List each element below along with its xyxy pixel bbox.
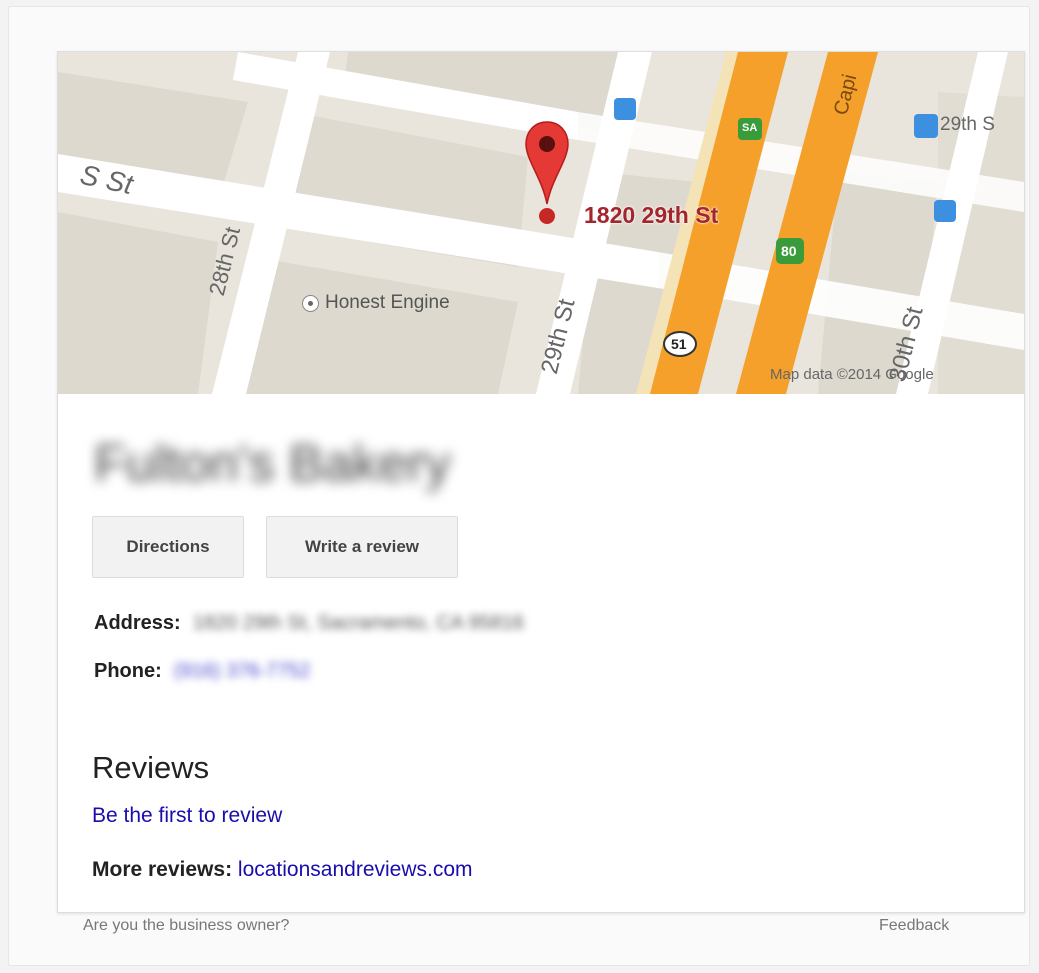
poi-honest-engine[interactable]: Honest Engine: [302, 292, 450, 314]
map-attribution: Map data ©2014 Google: [770, 366, 934, 383]
business-name: Fulton's Bakery: [94, 435, 451, 493]
phone-link[interactable]: (916) 376-7752: [174, 660, 311, 683]
more-reviews-row: More reviews: locationsandreviews.com: [92, 858, 473, 882]
shield-sa: SA: [742, 122, 758, 134]
phone-label: Phone:: [94, 660, 162, 682]
reviews-heading: Reviews: [92, 750, 210, 785]
poi-dot-icon: [302, 294, 319, 312]
address-row: Address: 1820 29th St, Sacramento, CA 95…: [94, 612, 524, 635]
feedback-link[interactable]: Feedback: [879, 917, 949, 935]
street-label-29th-top: 29th S: [940, 114, 995, 135]
directions-button[interactable]: Directions: [92, 516, 244, 578]
more-reviews-label: More reviews:: [92, 858, 238, 881]
address-value: 1820 29th St, Sacramento, CA 95816: [192, 612, 525, 634]
poi-label: Honest Engine: [325, 292, 450, 313]
write-review-button[interactable]: Write a review: [266, 516, 458, 578]
first-review-link[interactable]: Be the first to review: [92, 804, 282, 828]
knowledge-panel-outer: S St 28th St 29th St 30th St 29th S Capi…: [8, 6, 1030, 966]
map-view[interactable]: S St 28th St 29th St 30th St 29th S Capi…: [58, 52, 1024, 394]
shield-51: 51: [671, 336, 687, 352]
knowledge-panel-card: S St 28th St 29th St 30th St 29th S Capi…: [57, 51, 1025, 913]
shield-80: 80: [781, 243, 797, 259]
phone-row: Phone: (916) 376-7752: [94, 660, 311, 683]
business-owner-link[interactable]: Are you the business owner?: [83, 917, 289, 935]
address-label: Address:: [94, 612, 181, 634]
map-address-label: 1820 29th St: [584, 202, 719, 228]
more-reviews-link[interactable]: locationsandreviews.com: [238, 858, 473, 881]
